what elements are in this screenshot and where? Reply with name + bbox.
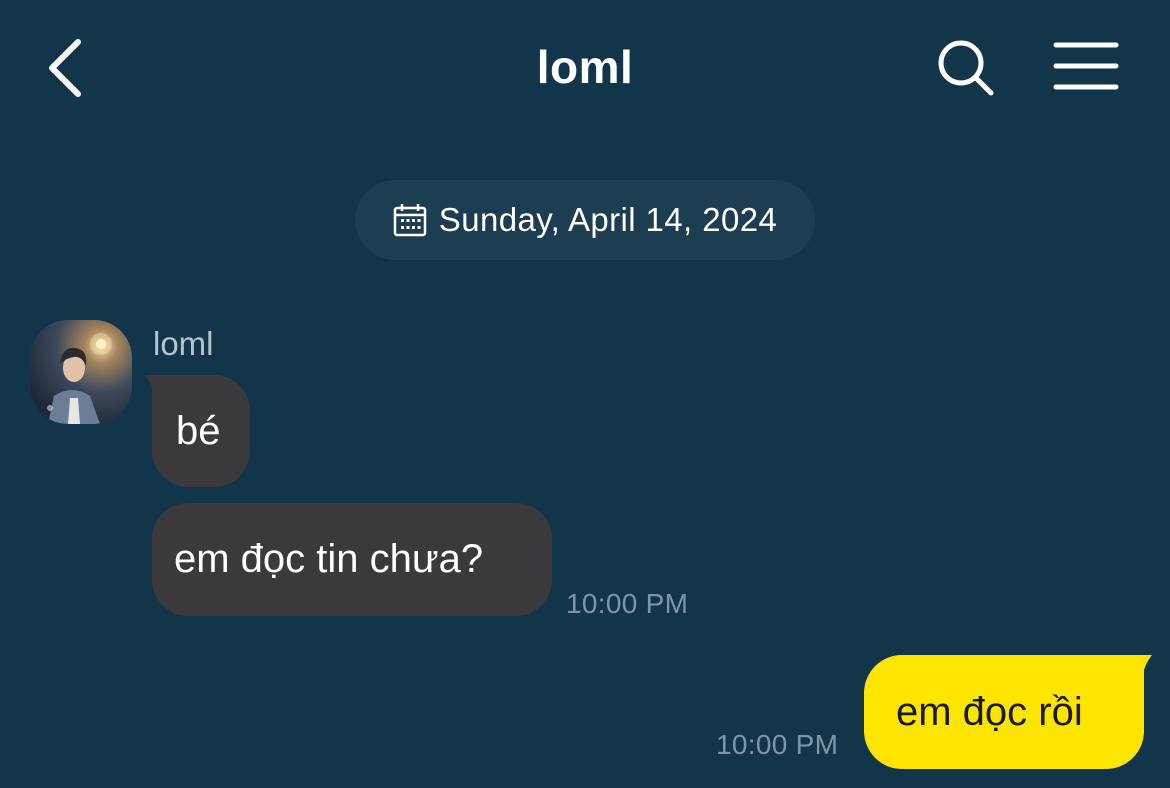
message-timestamp: 10:00 PM [566,588,689,619]
message-bubble-incoming[interactable]: em đọc tin chưa? [152,503,552,616]
calendar-icon [393,204,427,237]
search-icon [938,40,994,96]
message-bubble-outgoing[interactable]: em đọc rồi [864,655,1144,769]
profile-photo [30,320,132,424]
message-text: bé [176,408,221,453]
message-timestamp: 10:00 PM [716,729,839,760]
date-divider: Sunday, April 14, 2024 [355,180,815,260]
message-bubble-incoming[interactable]: bé [152,375,250,487]
message-text: em đọc tin chưa? [174,537,484,581]
avatar[interactable] [30,320,132,424]
message-text: em đọc rồi [896,689,1083,734]
chat-header: loml [0,0,1170,140]
outgoing-bubble-tail [1124,655,1152,685]
date-label: Sunday, April 14, 2024 [438,201,778,238]
search-button[interactable] [934,36,998,100]
hamburger-menu-icon [1053,42,1119,90]
menu-button[interactable] [1052,40,1120,92]
sender-name: loml [153,325,214,362]
